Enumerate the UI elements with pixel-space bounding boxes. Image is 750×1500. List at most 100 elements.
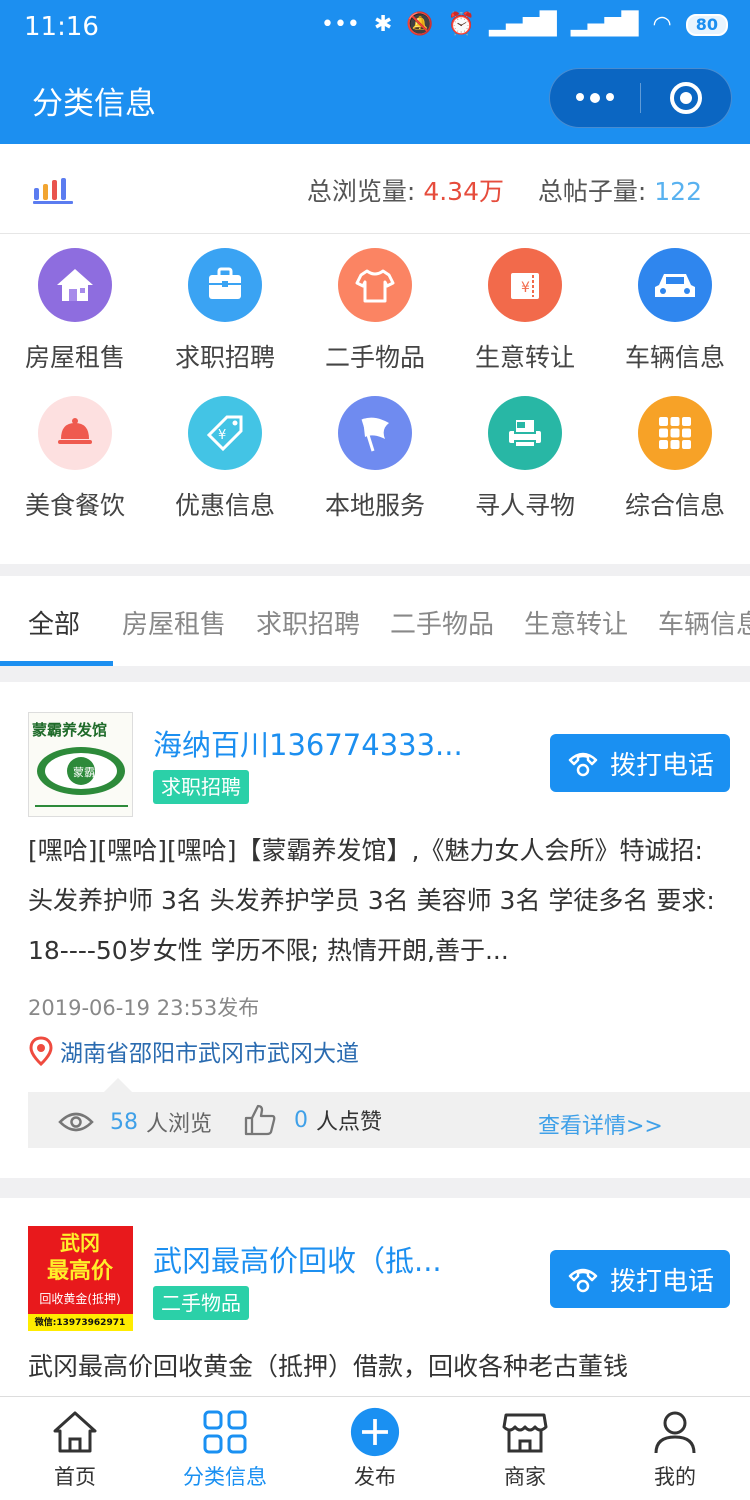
tab-business[interactable]: 生意转让 [524, 604, 628, 641]
views-suffix: 人浏览 [146, 1112, 213, 1137]
stats-text: 总浏览量: 4.34万 总帖子量: 122 [307, 172, 702, 208]
phone-icon [568, 752, 598, 777]
category-secondhand[interactable]: 二手物品 [300, 248, 450, 374]
post-date: 2019-06-19 23:53发布 [28, 996, 260, 1020]
briefcase-icon [188, 248, 262, 322]
close-miniprogram-button[interactable] [641, 69, 731, 127]
views-stat: 58 人浏览 [58, 1106, 212, 1138]
category-grid: 房屋租售 求职招聘 二手物品 ¥ 生意转让 车辆信息 美食餐饮 ¥ 优惠信息 本… [0, 234, 750, 564]
category-label: 车辆信息 [624, 343, 725, 372]
category-local-service[interactable]: 本地服务 [300, 396, 450, 522]
svg-text:¥: ¥ [521, 280, 530, 296]
tab-secondhand[interactable]: 二手物品 [390, 604, 494, 641]
bar-chart-icon [33, 178, 73, 204]
car-icon [638, 248, 712, 322]
tab-merchants[interactable]: 商家 [450, 1397, 600, 1500]
likes-count: 0 [294, 1107, 308, 1133]
tab-house[interactable]: 房屋租售 [122, 604, 226, 641]
category-label: 综合信息 [624, 491, 725, 520]
thumb-line4: 微信:13973962971 [34, 1316, 125, 1328]
miniprogram-capsule [549, 68, 732, 128]
category-label: 寻人寻物 [474, 491, 575, 520]
tab-publish[interactable]: 发布 [300, 1397, 450, 1500]
post-card[interactable]: 蒙霸养发馆 蒙霸 海纳百川136774333... 求职招聘 拨打电话 [嘿哈]… [0, 682, 750, 1178]
call-button-label: 拨打电话 [609, 1266, 714, 1297]
category-label: 本地服务 [324, 491, 425, 520]
tab-active-indicator [0, 661, 113, 666]
tab-label: 发布 [354, 1465, 396, 1489]
more-dots-icon [576, 93, 614, 103]
category-business[interactable]: ¥ 生意转让 [450, 248, 600, 374]
post-card[interactable]: 武冈 最高价 回收黄金(抵押) 微信:13973962971 武冈最高价回收（抵… [0, 1198, 750, 1396]
tab-label: 商家 [504, 1465, 546, 1489]
tab-label: 首页 [54, 1465, 96, 1489]
posts-label: 总帖子量: [537, 177, 647, 206]
category-label: 优惠信息 [174, 491, 275, 520]
home-icon [50, 1407, 100, 1457]
call-button[interactable]: 拨打电话 [550, 734, 730, 792]
plus-circle-icon [350, 1407, 400, 1457]
post-tag: 求职招聘 [153, 770, 249, 804]
tab-vehicle[interactable]: 车辆信息 [658, 604, 750, 641]
thumb-line3: 回收黄金(抵押) [39, 1291, 120, 1306]
page-title: 分类信息 [32, 86, 156, 122]
views-count: 58 [110, 1109, 138, 1135]
post-body: [嘿哈][嘿哈][嘿哈]【蒙霸养发馆】,《魅力女人会所》特诚招: 头发养护师 3… [28, 836, 715, 965]
status-icons: ••• ✱ 🔕 ⏰ ▂▄▆█ ▂▄▆█ ◠ 80 [321, 12, 728, 37]
ticket-icon: ¥ [488, 248, 562, 322]
tab-label: 我的 [654, 1465, 696, 1489]
like-button[interactable]: 0 人点赞 [242, 1102, 382, 1138]
signal-icon: ▂▄▆█ [489, 12, 557, 37]
tab-jobs[interactable]: 求职招聘 [256, 604, 360, 641]
post-actions: 58 人浏览 0 人点赞 查看详情>> [28, 1078, 750, 1148]
mute-icon: 🔕 [406, 12, 434, 37]
shop-icon [500, 1407, 550, 1457]
category-tabs: 全部 房屋租售 求职招聘 二手物品 生意转让 车辆信息 [0, 576, 750, 666]
tab-all[interactable]: 全部 [28, 604, 80, 641]
tab-mine[interactable]: 我的 [600, 1397, 750, 1500]
bluetooth-icon: ✱ [373, 12, 393, 37]
price-tag-icon: ¥ [188, 396, 262, 470]
user-icon [650, 1407, 700, 1457]
category-jobs[interactable]: 求职招聘 [150, 248, 300, 374]
category-food[interactable]: 美食餐饮 [0, 396, 150, 522]
post-tag: 二手物品 [153, 1286, 249, 1320]
call-button-label: 拨打电话 [609, 750, 714, 781]
more-button[interactable] [550, 69, 640, 127]
location-text: 湖南省邵阳市武冈市武冈大道 [60, 1041, 359, 1067]
category-deals[interactable]: ¥ 优惠信息 [150, 396, 300, 522]
bottom-tab-bar: 首页 分类信息 发布 商家 我的 [0, 1396, 750, 1500]
phone-icon [568, 1268, 598, 1293]
nav-bar: 分类信息 [0, 56, 750, 144]
category-label: 美食餐饮 [24, 491, 125, 520]
target-icon [670, 82, 702, 114]
tab-categories[interactable]: 分类信息 [150, 1397, 300, 1500]
likes-suffix: 人点赞 [316, 1110, 383, 1135]
eye-icon [58, 1112, 94, 1132]
category-label: 求职招聘 [174, 343, 275, 372]
post-location[interactable]: 湖南省邵阳市武冈市武冈大道 [28, 1034, 359, 1068]
category-label: 生意转让 [474, 343, 575, 372]
tshirt-icon [338, 248, 412, 322]
category-general[interactable]: 综合信息 [600, 396, 750, 522]
category-lost-found[interactable]: 寻人寻物 [450, 396, 600, 522]
category-house[interactable]: 房屋租售 [0, 248, 150, 374]
tab-home[interactable]: 首页 [0, 1397, 150, 1500]
alarm-icon: ⏰ [447, 12, 476, 37]
wifi-icon: ◠ [652, 12, 672, 37]
view-detail-link[interactable]: 查看详情>> [538, 1108, 663, 1140]
food-cloche-icon [38, 396, 112, 470]
grid-icon [638, 396, 712, 470]
signal-icon-2: ▂▄▆█ [570, 12, 639, 37]
post-title[interactable]: 海纳百川136774333... [153, 722, 463, 764]
category-vehicle[interactable]: 车辆信息 [600, 248, 750, 374]
battery-icon: 80 [685, 13, 728, 36]
stats-bar: 总浏览量: 4.34万 总帖子量: 122 [0, 144, 750, 234]
svg-text:¥: ¥ [218, 428, 226, 443]
thumb-logo: 蒙霸 [73, 766, 95, 779]
post-title[interactable]: 武冈最高价回收（抵... [153, 1238, 442, 1280]
call-button[interactable]: 拨打电话 [550, 1250, 730, 1308]
thumb-line1: 武冈 [60, 1231, 100, 1255]
views-label: 总浏览量: [306, 177, 416, 206]
category-label: 房屋租售 [24, 343, 125, 372]
